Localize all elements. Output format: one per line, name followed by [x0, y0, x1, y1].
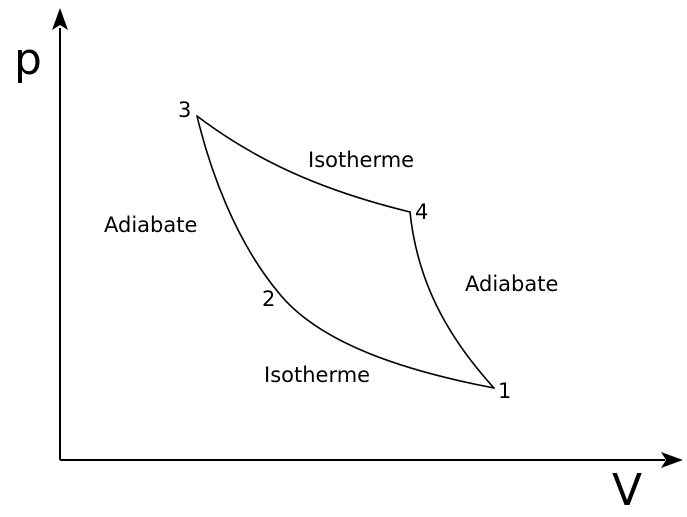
- adiabat-left-curve: [196, 115, 279, 293]
- pv-diagram-canvas: p V 1 2 3 4 Isotherme Isotherme Adiabate…: [14, 8, 683, 516]
- x-axis-label: V: [612, 465, 642, 512]
- y-axis-label: p: [14, 34, 42, 85]
- point-label-4: 4: [415, 200, 428, 224]
- pv-diagram: p V 1 2 3 4 Isotherme Isotherme Adiabate…: [0, 0, 687, 516]
- point-labels: 1 2 3 4: [178, 98, 511, 403]
- process-label-adiabat-left: Adiabate: [104, 213, 197, 237]
- process-label-isotherm-hot: Isotherme: [308, 148, 414, 172]
- y-axis-arrowhead: [52, 8, 68, 30]
- point-label-3: 3: [178, 98, 191, 122]
- process-label-isotherm-cold: Isotherme: [264, 363, 370, 387]
- point-label-2: 2: [262, 287, 275, 311]
- process-label-adiabat-right: Adiabate: [465, 272, 558, 296]
- process-labels: Isotherme Isotherme Adiabate Adiabate: [104, 148, 558, 387]
- axes: p V: [14, 8, 683, 516]
- adiabat-right-curve: [409, 211, 495, 389]
- point-label-1: 1: [498, 379, 511, 403]
